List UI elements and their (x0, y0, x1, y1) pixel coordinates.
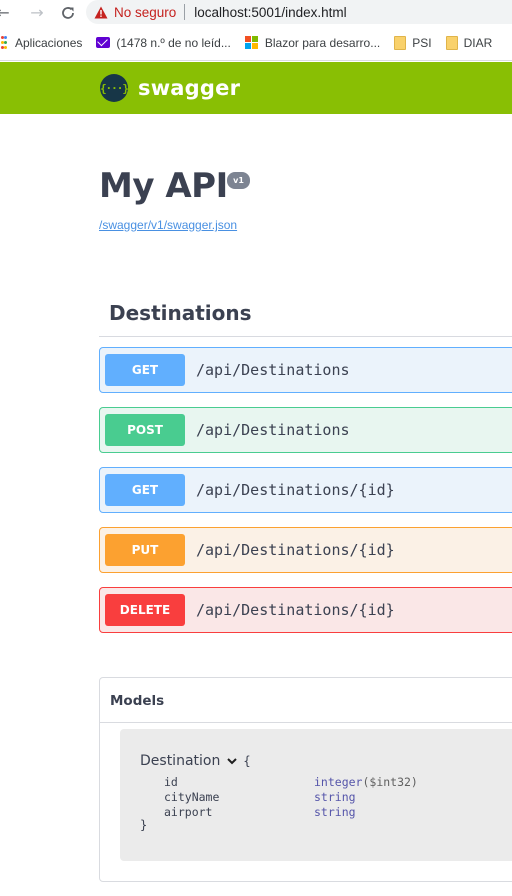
models-heading[interactable]: Models (110, 693, 164, 709)
property-name: id (164, 775, 178, 789)
swagger-logo-text[interactable]: swagger (138, 76, 240, 100)
opblock-get-destination-by-id[interactable]: GET /api/Destinations/{id} (99, 467, 512, 513)
opblock-put-destination-by-id[interactable]: PUT /api/Destinations/{id} (99, 527, 512, 573)
bookmark-blazor[interactable]: Blazor para desarro... (244, 35, 381, 50)
forward-arrow-icon[interactable]: → (26, 2, 48, 24)
model-destination: Destination { id integer ($int32) cityNa… (120, 729, 512, 861)
security-status-label[interactable]: No seguro (114, 5, 176, 20)
property-type: string (314, 790, 356, 804)
back-arrow-icon[interactable]: ← (0, 2, 14, 24)
tag-destinations-heading[interactable]: Destinations (109, 301, 252, 325)
bookmarks-bar: Aplicaciones (1478 n.º de no leíd... Bla… (0, 25, 512, 61)
warning-icon (94, 5, 108, 19)
version-badge: v1 (227, 172, 250, 189)
operation-path: /api/Destinations/{id} (196, 601, 395, 619)
model-property-row: cityName string (164, 790, 356, 804)
method-badge-get: GET (105, 354, 185, 386)
swagger-topbar: {···} swagger (0, 62, 512, 114)
api-title: My API (99, 166, 228, 206)
schema-close-brace: } (140, 818, 148, 832)
opblock-post-destinations[interactable]: POST /api/Destinations (99, 407, 512, 453)
bookmark-label: (1478 n.º de no leíd... (116, 35, 231, 50)
models-divider (100, 722, 512, 723)
model-property-row: id integer ($int32) (164, 775, 418, 789)
apps-grid-icon (1, 35, 7, 50)
bookmark-diar[interactable]: DIAR (445, 35, 493, 50)
method-badge-get: GET (105, 474, 185, 506)
folder-icon (394, 35, 407, 50)
operation-path: /api/Destinations (196, 421, 350, 439)
bookmark-psi[interactable]: PSI (394, 35, 432, 50)
model-property-row: airport string (164, 805, 356, 819)
property-name: airport (164, 805, 213, 819)
operation-path: /api/Destinations (196, 361, 350, 379)
bookmark-mail[interactable]: (1478 n.º de no leíd... (96, 35, 231, 50)
method-badge-put: PUT (105, 534, 185, 566)
address-bar[interactable]: No seguro localhost:5001/index.html (86, 0, 512, 24)
schema-open-brace: { (243, 754, 251, 768)
property-name: cityName (164, 790, 220, 804)
swagger-logo-icon[interactable]: {···} (100, 74, 129, 102)
reload-icon[interactable] (57, 2, 79, 24)
property-format: ($int32) (362, 775, 418, 789)
tag-divider (99, 336, 512, 337)
operation-path: /api/Destinations/{id} (196, 541, 395, 559)
folder-icon (445, 35, 458, 50)
property-type: integer (314, 775, 363, 789)
url-text[interactable]: localhost:5001/index.html (194, 5, 346, 20)
bookmark-label: DIAR (463, 35, 493, 50)
browser-toolbar: ← → No seguro localhost:5001/index.html (0, 0, 512, 25)
bookmark-apps[interactable]: Aplicaciones (0, 35, 83, 50)
method-badge-delete: DELETE (105, 594, 185, 626)
opblock-get-destinations[interactable]: GET /api/Destinations (99, 347, 512, 393)
bookmark-label: PSI (412, 35, 432, 50)
operation-path: /api/Destinations/{id} (196, 481, 395, 499)
model-toggle[interactable]: Destination { (140, 753, 251, 769)
chevron-down-icon[interactable] (225, 754, 239, 768)
bookmark-label: Blazor para desarro... (264, 35, 381, 50)
models-section: Models Destination { id integer ($int32)… (99, 677, 512, 882)
opblock-delete-destination-by-id[interactable]: DELETE /api/Destinations/{id} (99, 587, 512, 633)
omnibox-divider (184, 4, 186, 20)
property-type: string (314, 805, 356, 819)
microsoft-logo-icon (244, 35, 259, 50)
model-name[interactable]: Destination (140, 753, 220, 769)
spec-json-link[interactable]: /swagger/v1/swagger.json (99, 218, 237, 232)
method-badge-post: POST (105, 414, 185, 446)
yahoo-mail-icon (96, 37, 111, 48)
bookmark-label: Aplicaciones (15, 35, 83, 50)
